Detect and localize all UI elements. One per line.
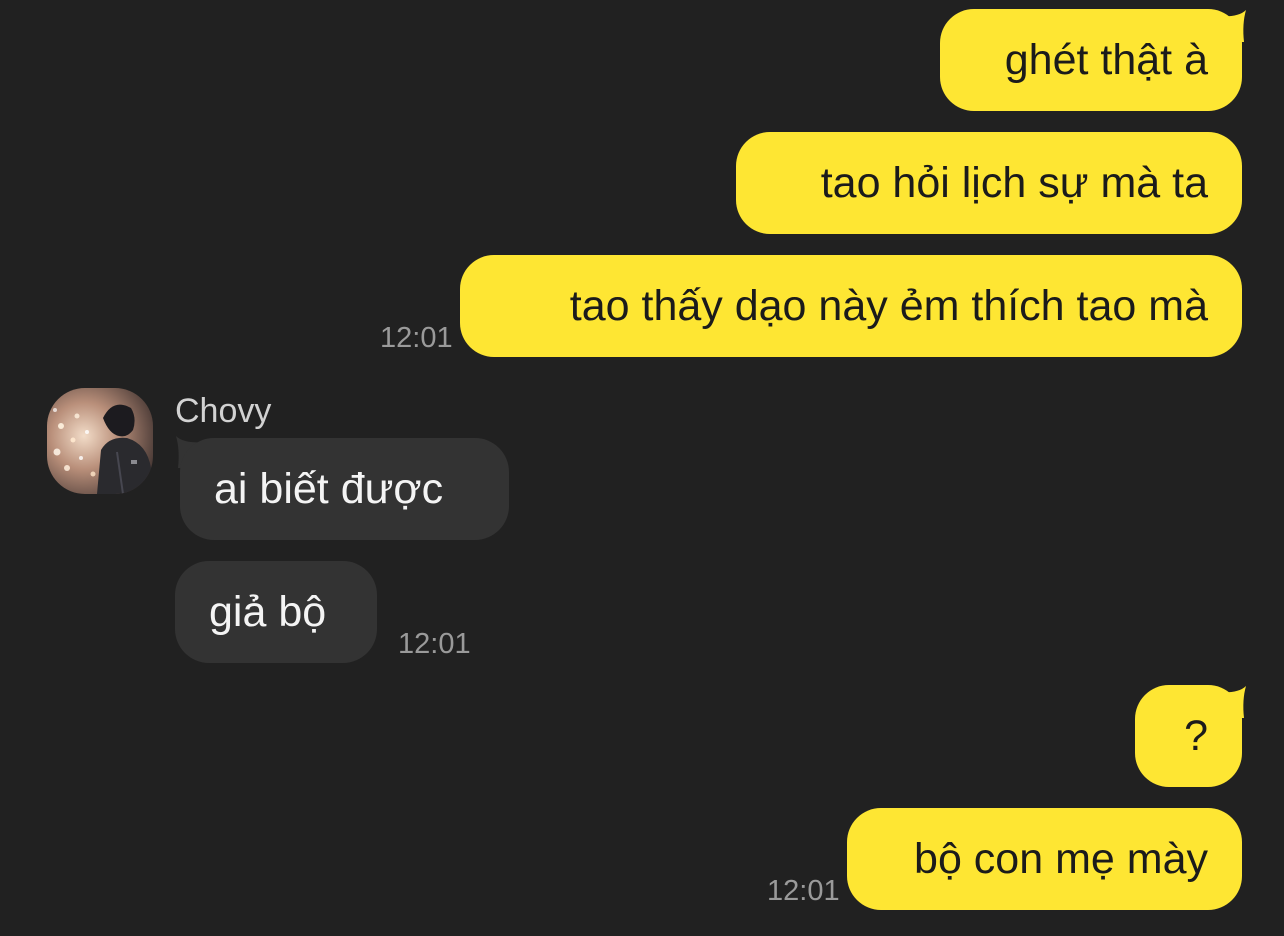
incoming-message-bubble[interactable]: ai biết được — [180, 438, 509, 540]
outgoing-message-bubble[interactable]: tao thấy dạo này ẻm thích tao mà — [460, 255, 1242, 357]
message-timestamp: 12:01 — [767, 875, 840, 907]
outgoing-message-bubble[interactable]: ? — [1135, 685, 1242, 787]
contact-name: Chovy — [175, 392, 272, 430]
contact-avatar[interactable] — [47, 388, 153, 494]
message-timestamp: 12:01 — [380, 322, 453, 354]
outgoing-message-bubble[interactable]: tao hỏi lịch sự mà ta — [736, 132, 1242, 234]
incoming-message-bubble[interactable]: giả bộ — [175, 561, 377, 663]
message-timestamp: 12:01 — [398, 628, 471, 660]
avatar-photo-icon — [47, 388, 153, 494]
outgoing-message-bubble[interactable]: ghét thật à — [940, 9, 1242, 111]
chat-message-list[interactable]: ghét thật à tao hỏi lịch sự mà ta tao th… — [0, 0, 1284, 936]
outgoing-message-bubble[interactable]: bộ con mẹ mày — [847, 808, 1242, 910]
